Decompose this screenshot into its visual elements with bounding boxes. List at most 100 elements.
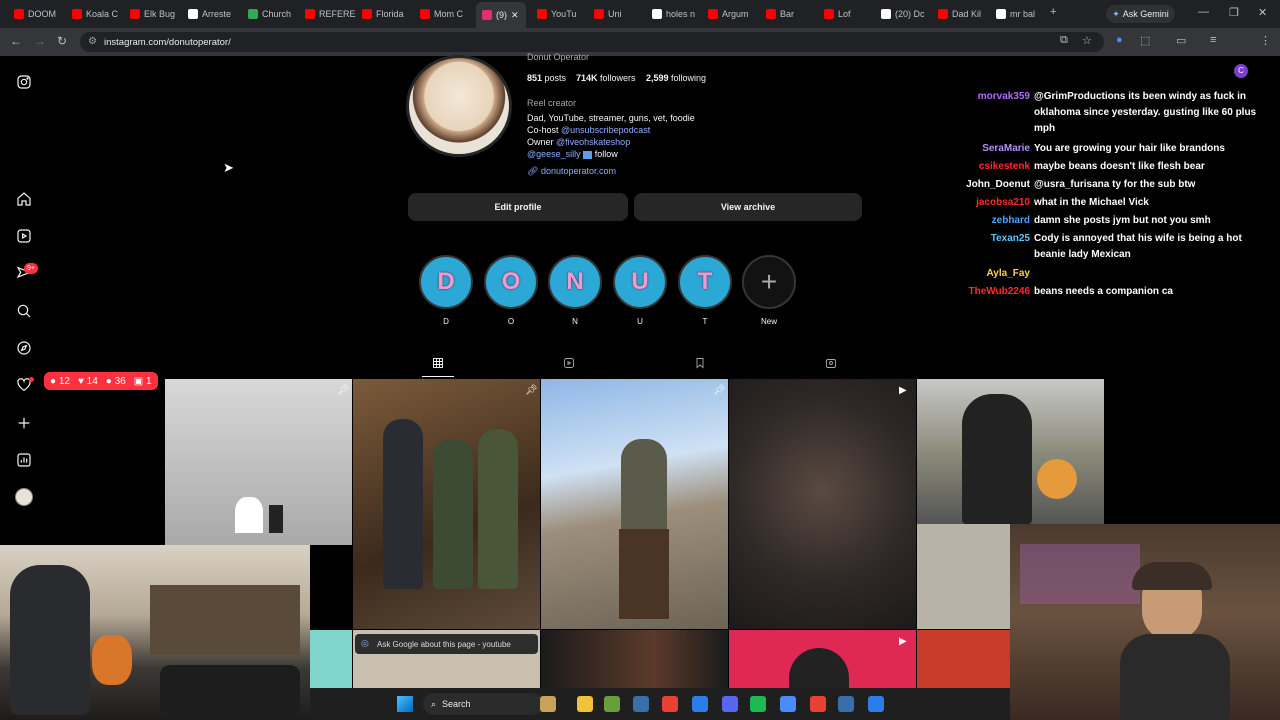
- dashboard-icon[interactable]: [14, 450, 34, 470]
- story-highlight[interactable]: N: [548, 255, 602, 309]
- steam-icon[interactable]: [633, 696, 649, 712]
- post-thumbnail[interactable]: ▶: [729, 630, 916, 688]
- profile-picture[interactable]: [406, 55, 512, 157]
- steam-icon[interactable]: [838, 696, 854, 712]
- url-field[interactable]: ⚙ instagram.com/donutoperator/: [80, 32, 1104, 52]
- browser-tab[interactable]: DOOM: [14, 4, 66, 24]
- browser-tab[interactable]: mr bal: [996, 4, 1048, 24]
- post-thumbnail[interactable]: ◎ Ask Google about this page - youtube: [353, 630, 540, 688]
- post-thumbnail[interactable]: 📌︎: [353, 379, 540, 629]
- tab-label: Koala C: [86, 9, 119, 19]
- notification-popup[interactable]: ● 12 ♥ 14 ● 36 ▣ 1: [44, 372, 158, 390]
- extension-icon[interactable]: ●: [1116, 34, 1123, 46]
- tab-saved-icon[interactable]: [690, 355, 710, 371]
- app-icon[interactable]: [780, 696, 796, 712]
- followers-count[interactable]: 714K followers: [576, 73, 636, 83]
- explore-icon[interactable]: [14, 338, 34, 358]
- story-highlight[interactable]: D: [419, 255, 473, 309]
- tab-reels-icon[interactable]: [559, 355, 579, 371]
- extensions-puzzle-icon[interactable]: ⬚: [1140, 34, 1150, 47]
- browser-tab[interactable]: Argum: [708, 4, 760, 24]
- create-icon[interactable]: [14, 413, 34, 433]
- profile-avatar[interactable]: [14, 487, 34, 507]
- widgets-icon[interactable]: [540, 696, 556, 712]
- following-count[interactable]: 2,599 following: [646, 73, 706, 83]
- back-icon[interactable]: ←: [10, 34, 22, 48]
- post-thumbnail[interactable]: ▶: [729, 379, 916, 629]
- story-highlight[interactable]: O: [484, 255, 538, 309]
- home-icon[interactable]: [14, 189, 34, 209]
- browser-tab[interactable]: REFERE: [305, 4, 357, 24]
- browser-tab-bar: DOOM Koala C Elk Bug Arreste Church REFERE Flo…: [0, 0, 1280, 28]
- post-thumbnail[interactable]: [541, 630, 728, 688]
- cohost-link[interactable]: @unsubscribepodcast: [561, 125, 650, 135]
- minimize-icon[interactable]: —: [1198, 6, 1209, 18]
- browser-tab[interactable]: (20) Dc: [881, 4, 933, 24]
- forward-icon[interactable]: →: [34, 34, 46, 48]
- tab-favicon-icon: [188, 9, 198, 19]
- posts-count[interactable]: 851 posts: [527, 73, 566, 83]
- new-highlight-button[interactable]: +: [742, 255, 796, 309]
- post-thumbnail[interactable]: [917, 524, 1013, 629]
- website-row[interactable]: 🔗︎ donutoperator.com: [527, 166, 616, 177]
- geese-link[interactable]: @geese_silly: [527, 149, 581, 159]
- follow-count: ● 36: [105, 375, 126, 387]
- browser-tab[interactable]: Arreste: [188, 4, 240, 24]
- file-explorer-icon[interactable]: [577, 696, 593, 712]
- spotify-icon[interactable]: [750, 696, 766, 712]
- story-highlight[interactable]: U: [613, 255, 667, 309]
- close-tab-icon[interactable]: ✕: [511, 10, 519, 21]
- restore-icon[interactable]: ❐: [1229, 6, 1239, 19]
- post-thumbnail[interactable]: [310, 630, 352, 688]
- app-icon[interactable]: [868, 696, 884, 712]
- windows-start-icon[interactable]: [397, 696, 413, 712]
- browser-tab[interactable]: Uni: [594, 4, 644, 24]
- browser-tab[interactable]: Florida: [362, 4, 414, 24]
- tab-tagged-icon[interactable]: [821, 355, 841, 371]
- view-archive-button[interactable]: View archive: [634, 193, 862, 221]
- sidepanel-icon[interactable]: ▭: [1176, 34, 1186, 47]
- menu-icon[interactable]: ⋮: [1260, 34, 1271, 47]
- ask-gemini-button[interactable]: ✦ Ask Gemini: [1106, 5, 1175, 23]
- post-thumbnail[interactable]: [917, 379, 1104, 524]
- tab-posts-grid-icon[interactable]: [428, 355, 448, 371]
- browser-tab[interactable]: (9) ✕: [476, 2, 526, 28]
- post-thumbnail[interactable]: 📌︎: [165, 379, 352, 545]
- pin-icon: 📌︎: [337, 385, 350, 396]
- instagram-logo-icon[interactable]: [14, 72, 34, 92]
- browser-tab[interactable]: Lof: [824, 4, 874, 24]
- media-icon[interactable]: ≡: [1210, 34, 1216, 46]
- story-highlight[interactable]: T: [678, 255, 732, 309]
- browser-tab[interactable]: Elk Bug: [130, 4, 182, 24]
- browser-tab[interactable]: Mom C: [420, 4, 470, 24]
- tab-favicon-icon: [130, 9, 140, 19]
- taskbar-search[interactable]: ⌕ Search: [423, 693, 543, 715]
- like-count: ♥ 14: [77, 375, 98, 387]
- bookmark-star-icon[interactable]: ☆: [1082, 34, 1092, 47]
- chrome-active-icon[interactable]: [810, 696, 826, 712]
- chrome-icon[interactable]: [662, 696, 678, 712]
- reload-icon[interactable]: ↻: [57, 34, 67, 48]
- ask-google-bar[interactable]: ◎ Ask Google about this page - youtube: [355, 634, 538, 654]
- browser-tab[interactable]: YouTu: [537, 4, 589, 24]
- reels-icon[interactable]: [14, 226, 34, 246]
- app-icon[interactable]: [692, 696, 708, 712]
- browser-tab[interactable]: Bar: [766, 4, 816, 24]
- edit-profile-button[interactable]: Edit profile: [408, 193, 628, 221]
- browser-tab[interactable]: Koala C: [72, 4, 124, 24]
- profile-avatar-icon[interactable]: C: [1234, 64, 1248, 78]
- search-icon[interactable]: [14, 301, 34, 321]
- new-tab-button[interactable]: +: [1050, 6, 1056, 18]
- owner-link[interactable]: @fiveohskateshop: [556, 137, 630, 147]
- minecraft-icon[interactable]: [604, 696, 620, 712]
- post-thumbnail[interactable]: [917, 630, 1010, 688]
- browser-tab[interactable]: holes n: [652, 4, 702, 24]
- discord-icon[interactable]: [722, 696, 738, 712]
- close-window-icon[interactable]: ✕: [1258, 6, 1267, 19]
- browser-tab[interactable]: Church: [248, 4, 300, 24]
- browser-tab[interactable]: Dad Kil: [938, 4, 990, 24]
- request-count: ▣ 1: [133, 375, 152, 387]
- site-info-icon[interactable]: ⚙: [88, 36, 97, 47]
- cast-icon[interactable]: ⧉: [1060, 34, 1068, 47]
- post-thumbnail[interactable]: 📌︎: [541, 379, 728, 629]
